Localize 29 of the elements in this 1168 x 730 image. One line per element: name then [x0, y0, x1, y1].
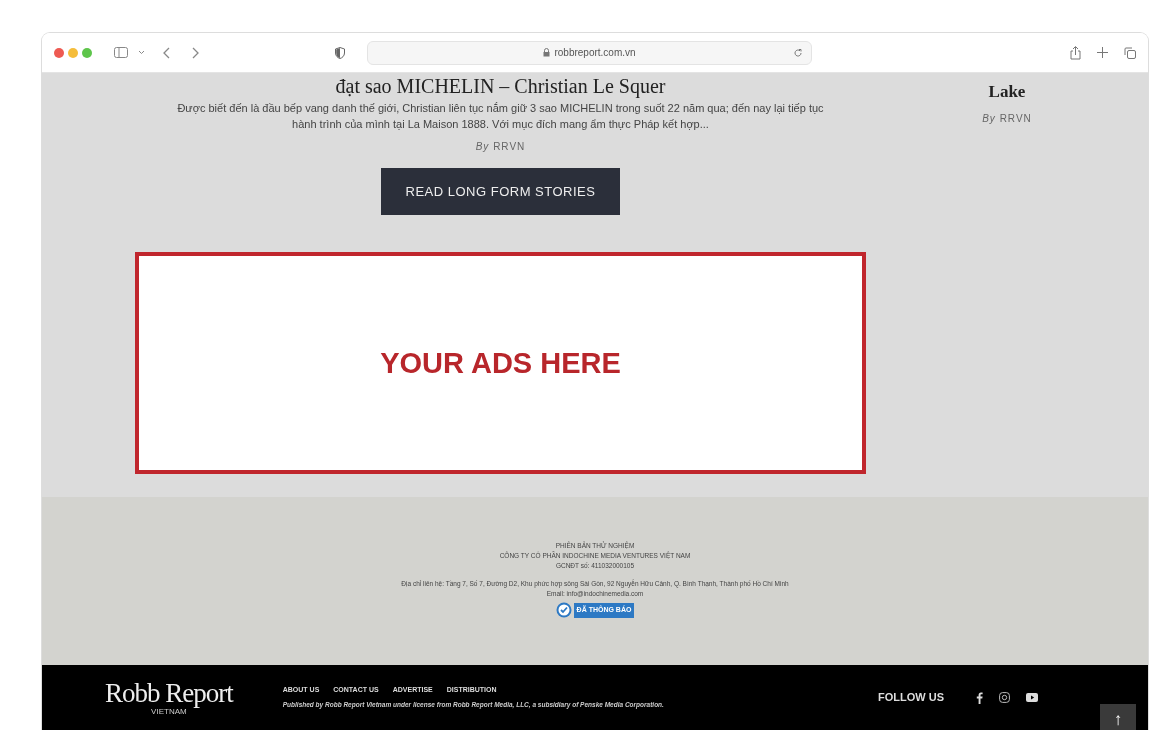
- scroll-top-button[interactable]: ↑: [1100, 704, 1136, 730]
- logo-subtitle: VIETNAM: [150, 707, 187, 716]
- site-logo[interactable]: Robb Report: [105, 679, 233, 707]
- window-control-dots[interactable]: [54, 47, 92, 58]
- ad-text: YOUR ADS HERE: [380, 345, 621, 381]
- shield-icon[interactable]: [335, 46, 345, 59]
- chevron-down-icon[interactable]: [138, 50, 145, 55]
- share-icon[interactable]: [1070, 45, 1081, 60]
- story-title[interactable]: Lake: [988, 79, 1026, 105]
- facebook-icon[interactable]: [976, 691, 983, 704]
- instagram-icon[interactable]: [999, 692, 1010, 703]
- address-bar[interactable]: robbreport.com.vn: [367, 40, 812, 65]
- back-icon[interactable]: [163, 46, 171, 59]
- ad-banner[interactable]: YOUR ADS HERE: [135, 252, 866, 475]
- tabs-icon[interactable]: [1124, 46, 1136, 59]
- story-excerpt: Được biết đến là đầu bếp vang danh thế giới, Christian liên tục nắm giữ 3 sao MICHELIN trong suốt 22 năm qua; đến nay lại tiếp tục hành trình của mình tại La Maison 1888. Với mục đích mang ẩm thực Pháp kết hợp...: [176, 101, 825, 132]
- sidebar-icon[interactable]: [114, 47, 128, 58]
- story-byline: By RRVN: [982, 111, 1032, 126]
- read-long-form-button[interactable]: READ LONG FORM STORIES: [380, 167, 621, 216]
- follow-label: FOLLOW US: [878, 690, 944, 706]
- url-text: robbreport.com.vn: [554, 46, 636, 60]
- story-byline: By RRVN: [475, 139, 526, 154]
- forward-icon[interactable]: [191, 46, 199, 59]
- story-title[interactable]: đạt sao MICHELIN – Christian Le Squer: [335, 75, 666, 97]
- reload-icon[interactable]: [793, 47, 803, 58]
- lock-icon: [543, 48, 551, 57]
- plus-icon[interactable]: [1097, 47, 1108, 58]
- youtube-icon[interactable]: [1026, 693, 1038, 702]
- check-circle-icon: [555, 602, 572, 619]
